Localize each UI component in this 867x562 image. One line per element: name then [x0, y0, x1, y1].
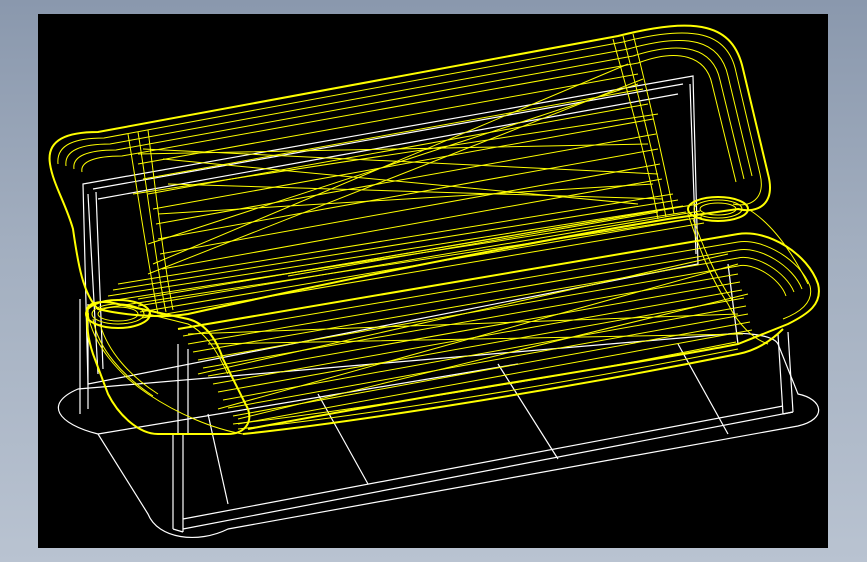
seat-cushion	[86, 232, 820, 435]
sofa-wireframe-drawing	[48, 24, 820, 539]
sofa-cushion-wireframe	[48, 24, 820, 435]
window-background	[0, 0, 867, 562]
right-leg-box	[777, 331, 794, 415]
seat-back-roll	[137, 203, 705, 319]
left-leg-box	[172, 434, 184, 533]
cad-viewport[interactable]	[38, 14, 828, 548]
